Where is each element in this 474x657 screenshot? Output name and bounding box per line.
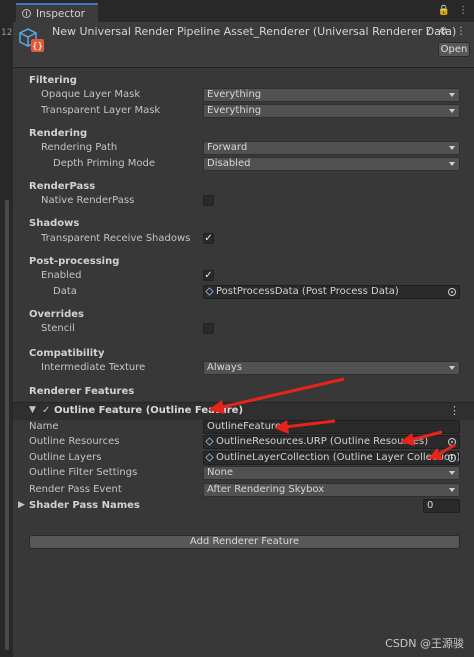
section-shadows: Shadows [29, 217, 80, 229]
outline-resources-field[interactable]: OutlineResources.URP (Outline Resources) [203, 435, 460, 449]
section-renderer-features: Renderer Features [29, 385, 135, 397]
svg-text:{}: {} [32, 42, 43, 52]
pp-data-row: Data PostProcessData (Post Process Data) [13, 284, 474, 300]
rendering-path-dropdown[interactable]: Forward [203, 141, 460, 155]
outline-resources-label: Outline Resources [29, 436, 120, 447]
feature-name-label: Name [29, 421, 59, 432]
tab-menu-icon[interactable]: ⋮ [458, 5, 468, 16]
section-filtering: Filtering [29, 74, 77, 86]
rendering-path-label: Rendering Path [41, 142, 118, 153]
depth-priming-row: Depth Priming Mode Disabled [13, 156, 474, 172]
dropdown-arrow-icon [449, 366, 455, 370]
render-pass-event-label: Render Pass Event [29, 484, 122, 495]
section-overrides: Overrides [29, 308, 84, 320]
outline-layers-row: Outline Layers OutlineLayerCollection (O… [13, 450, 474, 466]
add-renderer-feature-button[interactable]: Add Renderer Feature [29, 535, 460, 549]
section-post-processing: Post-processing [29, 255, 120, 267]
pp-enabled-checkbox[interactable]: ✓ [203, 270, 214, 281]
open-button[interactable]: Open [438, 42, 470, 57]
dropdown-arrow-icon [449, 471, 455, 475]
feature-name-input[interactable]: OutlineFeature [203, 420, 460, 434]
dropdown-arrow-icon [449, 93, 455, 97]
feature-enabled-check-icon[interactable]: ✓ [42, 405, 50, 416]
stencil-label: Stencil [41, 323, 75, 334]
feature-menu-icon[interactable]: ⋮ [449, 404, 460, 417]
tab-label: Inspector [36, 7, 85, 20]
section-renderpass: RenderPass [29, 180, 96, 192]
intermediate-texture-row: Intermediate Texture Always [13, 360, 474, 376]
native-renderpass-checkbox[interactable] [203, 195, 214, 206]
pp-enabled-label: Enabled [41, 270, 82, 281]
opaque-layer-mask-label: Opaque Layer Mask [41, 89, 141, 100]
section-compatibility: Compatibility [29, 347, 105, 359]
outline-feature-title: Outline Feature (Outline Feature) [54, 405, 244, 416]
scrollbar[interactable] [5, 200, 9, 650]
stencil-row: Stencil [13, 321, 474, 337]
transparent-layer-mask-row: Transparent Layer Mask Everything [13, 103, 474, 119]
opaque-layer-mask-dropdown[interactable]: Everything [203, 88, 460, 102]
render-pass-event-dropdown[interactable]: After Rendering Skybox [203, 483, 460, 497]
depth-priming-label: Depth Priming Mode [53, 158, 156, 169]
inspector-content: Filtering Opaque Layer Mask Everything T… [13, 67, 474, 657]
native-renderpass-row: Native RenderPass [13, 193, 474, 209]
intermediate-texture-dropdown[interactable]: Always [203, 361, 460, 375]
transparent-receive-shadows-row: Transparent Receive Shadows ✓ [13, 231, 474, 247]
section-rendering: Rendering [29, 127, 88, 139]
dropdown-arrow-icon [449, 109, 455, 113]
shader-pass-foldout-icon[interactable]: ▶ [18, 500, 25, 510]
shader-pass-names-row: ▶ Shader Pass Names 0 [13, 498, 474, 514]
left-dock-strip: 12 [0, 0, 13, 657]
settings-icon[interactable]: ⚙ [439, 26, 448, 37]
rendering-path-row: Rendering Path Forward [13, 140, 474, 156]
outline-layers-label: Outline Layers [29, 452, 102, 463]
header-menu-icon[interactable]: ⋮ [456, 26, 466, 37]
asset-icon [205, 453, 214, 462]
inspector-header: {} New Universal Render Pipeline Asset_R… [13, 22, 474, 68]
pp-data-label: Data [53, 286, 77, 297]
watermark: CSDN @王源骏 [385, 637, 464, 650]
dropdown-arrow-icon [449, 146, 455, 150]
asset-icon [205, 287, 214, 296]
info-icon [22, 9, 31, 18]
depth-priming-dropdown[interactable]: Disabled [203, 157, 460, 171]
outline-layers-field[interactable]: OutlineLayerCollection (Outline Layer Co… [203, 451, 460, 465]
asset-title: New Universal Render Pipeline Asset_Rend… [52, 25, 457, 38]
object-picker-icon[interactable] [448, 288, 456, 296]
tab-inspector[interactable]: Inspector [16, 3, 98, 22]
pp-enabled-row: Enabled ✓ [13, 268, 474, 284]
object-picker-icon[interactable] [448, 454, 456, 462]
transparent-layer-mask-dropdown[interactable]: Everything [203, 104, 460, 118]
lock-icon[interactable]: 🔒 [438, 5, 450, 16]
transparent-receive-shadows-label: Transparent Receive Shadows [41, 233, 191, 244]
render-pass-event-row: Render Pass Event After Rendering Skybox [13, 482, 474, 498]
outline-resources-row: Outline Resources OutlineResources.URP (… [13, 434, 474, 450]
object-picker-icon[interactable] [448, 438, 456, 446]
shader-pass-names-size[interactable]: 0 [423, 499, 460, 513]
asset-icon [205, 437, 214, 446]
dock-number: 12 [1, 28, 13, 38]
outline-filter-settings-label: Outline Filter Settings [29, 467, 138, 478]
shader-pass-names-label[interactable]: Shader Pass Names [29, 500, 140, 511]
foldout-arrow-icon[interactable]: ▼ [29, 405, 36, 415]
intermediate-texture-label: Intermediate Texture [41, 362, 146, 373]
outline-filter-settings-dropdown[interactable]: None [203, 466, 460, 480]
transparent-receive-shadows-checkbox[interactable]: ✓ [203, 233, 214, 244]
stencil-checkbox[interactable] [203, 323, 214, 334]
opaque-layer-mask-row: Opaque Layer Mask Everything [13, 87, 474, 103]
help-icon[interactable]: ? [426, 26, 431, 37]
outline-feature-header[interactable]: ▼ ✓ Outline Feature (Outline Feature) ⋮ [13, 402, 474, 420]
feature-name-row: Name OutlineFeature [13, 419, 474, 435]
transparent-layer-mask-label: Transparent Layer Mask [41, 105, 161, 116]
dropdown-arrow-icon [449, 488, 455, 492]
native-renderpass-label: Native RenderPass [41, 195, 135, 206]
dropdown-arrow-icon [449, 162, 455, 166]
outline-filter-settings-row: Outline Filter Settings None [13, 465, 474, 481]
renderer-asset-icon: {} [19, 28, 44, 52]
tab-bar: Inspector 🔒 ⋮ [13, 0, 474, 23]
pp-data-field[interactable]: PostProcessData (Post Process Data) [203, 285, 460, 299]
